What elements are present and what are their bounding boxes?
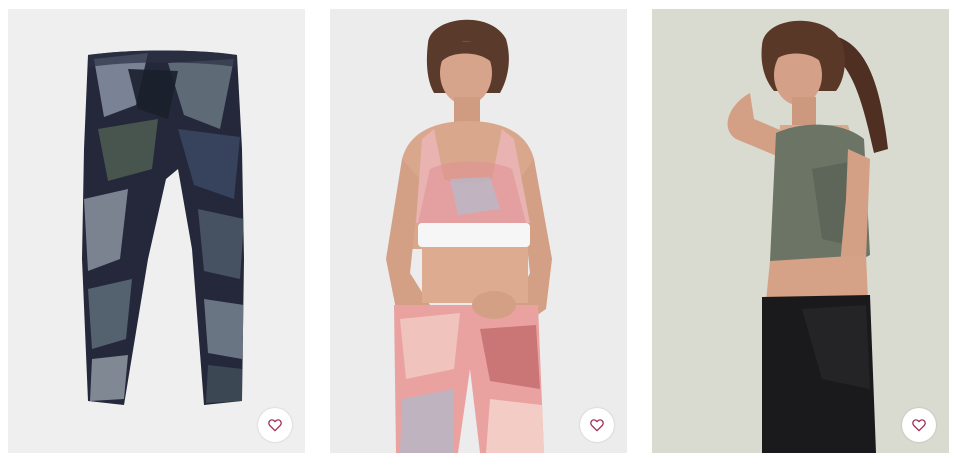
model-pink-sports-bra-leggings-image[interactable] xyxy=(330,9,627,453)
product-card[interactable] xyxy=(652,9,949,453)
favorite-button[interactable] xyxy=(258,408,292,442)
heart-outline-icon xyxy=(268,419,282,432)
favorite-button[interactable] xyxy=(902,408,936,442)
product-card[interactable] xyxy=(330,9,627,453)
heart-outline-icon xyxy=(590,419,604,432)
heart-outline-icon xyxy=(912,419,926,432)
product-grid xyxy=(0,0,955,462)
model-green-crop-top-black-leggings-image[interactable] xyxy=(652,9,949,453)
product-card[interactable] xyxy=(8,9,305,453)
patterned-leggings-image[interactable] xyxy=(8,9,305,453)
favorite-button[interactable] xyxy=(580,408,614,442)
